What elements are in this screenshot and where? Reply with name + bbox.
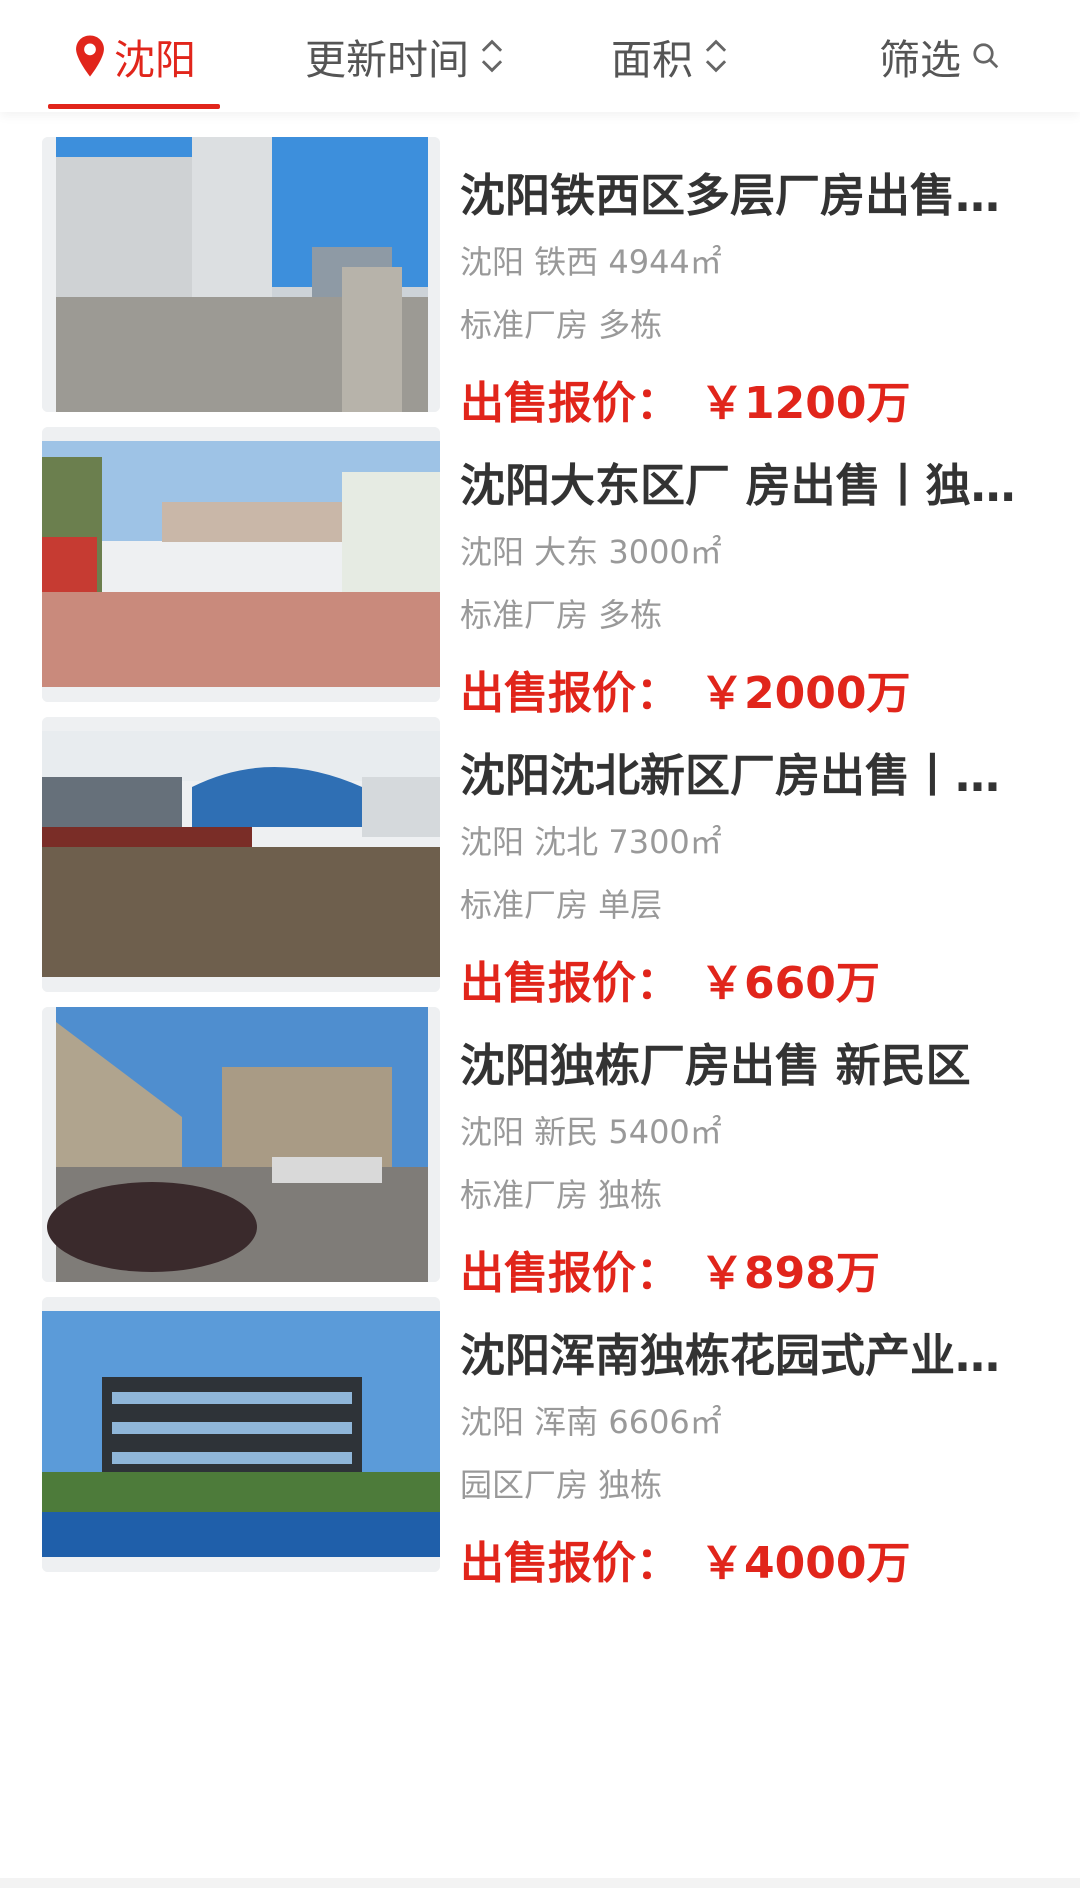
- listing-card[interactable]: 沈阳铁西区多层厂房出售… 沈阳 铁西 4944㎡ 标准厂房 多栋 出售报价： ￥1…: [0, 112, 1080, 429]
- listing-card[interactable]: 沈阳大东区厂 房出售丨独… 沈阳 大东 3000㎡ 标准厂房 多栋 出售报价： ￥…: [0, 402, 1080, 719]
- listing-photo: [42, 1297, 440, 1572]
- listing-title: 沈阳沈北新区厂房出售丨…: [460, 749, 1001, 802]
- listing-photo: [42, 1007, 440, 1282]
- sort-update-time[interactable]: 更新时间: [290, 0, 520, 112]
- filter-label: 筛选: [879, 36, 961, 84]
- listing-location: 沈阳 铁西 4944㎡: [460, 243, 722, 281]
- price-amount: ￥4000万: [700, 1538, 911, 1589]
- bottom-divider: [0, 1878, 1080, 1888]
- listing-title: 沈阳浑南独栋花园式产业…: [460, 1329, 1001, 1382]
- listing-tags: 标准厂房 独栋: [460, 1176, 663, 1214]
- sort-updown-icon: [705, 39, 727, 73]
- listing-card[interactable]: 沈阳沈北新区厂房出售丨… 沈阳 沈北 7300㎡ 标准厂房 单层 出售报价： ￥6…: [0, 692, 1080, 1009]
- listing-price: 出售报价： ￥4000万: [460, 1527, 1020, 1591]
- listing-card[interactable]: 沈阳独栋厂房出售 新民区 沈阳 新民 5400㎡ 标准厂房 独栋 出售报价： ￥8…: [0, 982, 1080, 1299]
- update-time-label: 更新时间: [305, 36, 469, 84]
- listing-location: 沈阳 浑南 6606㎡: [460, 1403, 722, 1441]
- listing-title: 沈阳独栋厂房出售 新民区: [460, 1039, 971, 1092]
- filter-bar: 沈阳 更新时间 面积 筛选: [0, 0, 1080, 112]
- city-label: 沈阳: [114, 36, 196, 84]
- listing-photo: [42, 137, 440, 412]
- price-label: 出售报价：: [460, 1538, 680, 1589]
- listing-location: 沈阳 沈北 7300㎡: [460, 823, 722, 861]
- city-selector[interactable]: 沈阳: [48, 0, 220, 112]
- search-icon: [973, 43, 999, 69]
- listing-tags: 园区厂房 独栋: [460, 1466, 663, 1504]
- sort-area[interactable]: 面积: [600, 0, 740, 112]
- listing-tags: 标准厂房 多栋: [460, 306, 663, 344]
- listing-photo: [42, 717, 440, 992]
- listing-tags: 标准厂房 多栋: [460, 596, 663, 634]
- filter-button[interactable]: 筛选: [870, 0, 1010, 112]
- area-label: 面积: [611, 36, 693, 84]
- listing-card[interactable]: 沈阳浑南独栋花园式产业… 沈阳 浑南 6606㎡ 园区厂房 独栋 出售报价： ￥4…: [0, 1272, 1080, 1589]
- listing-location: 沈阳 新民 5400㎡: [460, 1113, 722, 1151]
- active-tab-indicator: [48, 104, 220, 109]
- listing-title: 沈阳铁西区多层厂房出售…: [460, 169, 1001, 222]
- listing-tags: 标准厂房 单层: [460, 886, 663, 924]
- location-pin-icon: [76, 35, 104, 77]
- listing-location: 沈阳 大东 3000㎡: [460, 533, 722, 571]
- listing-title: 沈阳大东区厂 房出售丨独…: [460, 459, 1016, 512]
- listing-photo: [42, 427, 440, 702]
- sort-updown-icon: [481, 39, 503, 73]
